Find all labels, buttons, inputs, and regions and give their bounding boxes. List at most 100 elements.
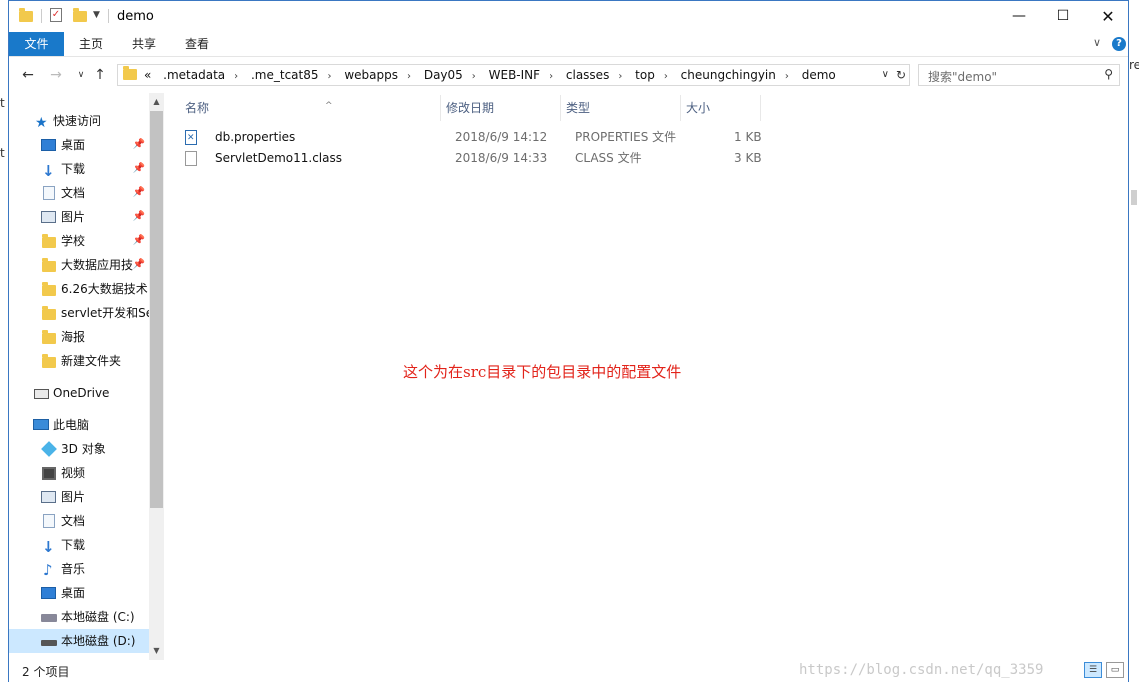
tab-home[interactable]: 主页 xyxy=(67,32,115,56)
chevron-right-icon[interactable]: › xyxy=(544,67,558,87)
sidebar-item-poster[interactable]: 海报 xyxy=(9,325,149,349)
chevron-right-icon[interactable]: › xyxy=(229,67,243,87)
pin-icon[interactable]: 📌 xyxy=(133,181,145,205)
refresh-icon[interactable]: ↻ xyxy=(896,65,906,85)
forward-button[interactable]: → xyxy=(46,66,66,84)
tab-file[interactable]: 文件 xyxy=(9,32,64,56)
column-divider[interactable] xyxy=(440,95,441,121)
new-folder-icon[interactable] xyxy=(73,8,87,24)
sidebar-item-drive-c[interactable]: 本地磁盘 (C:) xyxy=(9,605,149,629)
scroll-up-icon[interactable]: ▲ xyxy=(149,94,164,110)
tab-share[interactable]: 共享 xyxy=(120,32,168,56)
breadcrumb-item[interactable]: classes xyxy=(562,65,613,85)
help-icon[interactable]: ? xyxy=(1112,37,1126,51)
sidebar-item-pictures[interactable]: 图片 📌 xyxy=(9,205,149,229)
background-text-fragment: t xyxy=(0,96,5,110)
sidebar-item-quick-access[interactable]: ★ 快速访问 xyxy=(9,109,149,133)
sidebar-item-desktop-pc[interactable]: 桌面 xyxy=(9,581,149,605)
folder-icon xyxy=(42,330,56,344)
pin-icon[interactable]: 📌 xyxy=(133,205,145,229)
breadcrumb-item[interactable]: Day05 xyxy=(420,65,467,85)
background-window-left: t t xyxy=(0,0,8,690)
window-title: demo xyxy=(117,9,154,24)
sidebar-item-bigdata-app[interactable]: 大数据应用技 📌 xyxy=(9,253,149,277)
expand-ribbon-icon[interactable]: ∨ xyxy=(1093,36,1101,49)
scroll-down-icon[interactable]: ▼ xyxy=(149,643,164,659)
back-button[interactable]: ← xyxy=(18,66,38,84)
minimize-button[interactable]: — xyxy=(996,1,1042,32)
maximize-button[interactable]: ☐ xyxy=(1040,1,1086,32)
sidebar-item-pictures-pc[interactable]: 图片 xyxy=(9,485,149,509)
sidebar-item-servlet[interactable]: servlet开发和Se xyxy=(9,301,149,325)
sidebar-item-bigdata-tech[interactable]: 6.26大数据技术· xyxy=(9,277,149,301)
item-count: 2 个项目 xyxy=(22,665,70,679)
breadcrumb-item[interactable]: .metadata xyxy=(159,65,229,85)
close-button[interactable]: ✕ xyxy=(1085,1,1131,32)
music-icon: ♪ xyxy=(43,561,53,579)
tab-view[interactable]: 查看 xyxy=(173,32,221,56)
sidebar-item-new-folder[interactable]: 新建文件夹 xyxy=(9,349,149,373)
sidebar-item-this-pc[interactable]: 此电脑 xyxy=(9,413,149,437)
video-icon xyxy=(42,467,56,480)
sidebar-item-onedrive[interactable]: OneDrive xyxy=(9,381,149,405)
breadcrumb-overflow[interactable]: « xyxy=(140,65,155,85)
search-input[interactable]: 搜索"demo" ⚲ xyxy=(918,64,1120,86)
chevron-right-icon[interactable]: › xyxy=(467,67,481,87)
chevron-right-icon[interactable]: › xyxy=(323,67,337,87)
file-type: CLASS 文件 xyxy=(575,151,642,165)
breadcrumb-item[interactable]: WEB-INF xyxy=(485,65,544,85)
pin-icon[interactable]: 📌 xyxy=(133,157,145,181)
chevron-right-icon[interactable]: › xyxy=(780,67,794,87)
ribbon-tabs: 文件 主页 共享 查看 ∨ ? xyxy=(9,32,1128,57)
sidebar-item-school[interactable]: 学校 📌 xyxy=(9,229,149,253)
sort-ascending-icon: ^ xyxy=(325,101,333,111)
sidebar-item-downloads-pc[interactable]: ↓ 下载 xyxy=(9,533,149,557)
breadcrumb-item-current[interactable]: demo xyxy=(798,65,840,85)
sidebar-item-3d-objects[interactable]: 3D 对象 xyxy=(9,437,149,461)
customize-toolbar-dropdown-icon[interactable]: ▼ xyxy=(93,10,100,20)
pin-icon[interactable]: 📌 xyxy=(133,133,145,157)
sidebar-item-desktop[interactable]: 桌面 📌 xyxy=(9,133,149,157)
column-divider[interactable] xyxy=(760,95,761,121)
column-divider[interactable] xyxy=(560,95,561,121)
breadcrumb-item[interactable]: cheungchingyin xyxy=(677,65,780,85)
folder-icon xyxy=(42,354,56,368)
scrollbar-thumb[interactable] xyxy=(150,111,163,508)
sidebar-scrollbar[interactable]: ▲ ▼ xyxy=(149,93,164,660)
sidebar-item-videos[interactable]: 视频 xyxy=(9,461,149,485)
pin-icon[interactable]: 📌 xyxy=(133,229,145,253)
sidebar-item-label: 文档 xyxy=(61,186,86,200)
large-icons-view-icon[interactable]: ▭ xyxy=(1106,662,1124,678)
column-header-size[interactable]: 大小 xyxy=(686,93,756,123)
sidebar-item-label: 下载 xyxy=(61,538,86,552)
column-header-type[interactable]: 类型 xyxy=(566,93,676,123)
details-view-icon[interactable]: ☰ xyxy=(1084,662,1102,678)
file-row[interactable]: ServletDemo11.class 2018/6/9 14:33 CLASS… xyxy=(181,148,762,169)
folder-icon[interactable] xyxy=(19,8,33,24)
column-header-modified[interactable]: 修改日期 xyxy=(446,93,556,123)
breadcrumb-item[interactable]: .me_tcat85 xyxy=(247,65,323,85)
background-text-fragment: re xyxy=(1129,58,1139,72)
chevron-right-icon[interactable]: › xyxy=(613,67,627,87)
breadcrumb-item[interactable]: top xyxy=(631,65,659,85)
recent-locations-icon[interactable]: ∨ xyxy=(71,66,91,84)
sidebar-item-documents-pc[interactable]: 文档 xyxy=(9,509,149,533)
sidebar-item-documents[interactable]: 文档 📌 xyxy=(9,181,149,205)
file-row[interactable]: db.properties 2018/6/9 14:12 PROPERTIES … xyxy=(181,127,762,149)
breadcrumb-item[interactable]: webapps xyxy=(340,65,402,85)
search-icon[interactable]: ⚲ xyxy=(1104,67,1113,81)
annotation-text: 这个为在src目录下的包目录中的配置文件 xyxy=(403,363,682,381)
sidebar-item-downloads[interactable]: ↓ 下载 📌 xyxy=(9,157,149,181)
properties-icon[interactable]: ✓ xyxy=(50,8,62,24)
sidebar-item-label: 快速访问 xyxy=(53,114,102,128)
up-button[interactable]: ↑ xyxy=(90,66,110,84)
sidebar-item-music[interactable]: ♪ 音乐 xyxy=(9,557,149,581)
sidebar-item-drive-d[interactable]: 本地磁盘 (D:) xyxy=(9,629,149,653)
chevron-right-icon[interactable]: › xyxy=(659,67,673,87)
column-divider[interactable] xyxy=(680,95,681,121)
pin-icon[interactable]: 📌 xyxy=(133,253,145,277)
column-header-name[interactable]: 名称 ^ xyxy=(185,93,435,123)
address-history-dropdown-icon[interactable]: ∨ xyxy=(882,65,889,85)
chevron-right-icon[interactable]: › xyxy=(402,67,416,87)
address-bar[interactable]: « .metadata › .me_tcat85 › webapps › Day05 ›… xyxy=(117,64,910,86)
